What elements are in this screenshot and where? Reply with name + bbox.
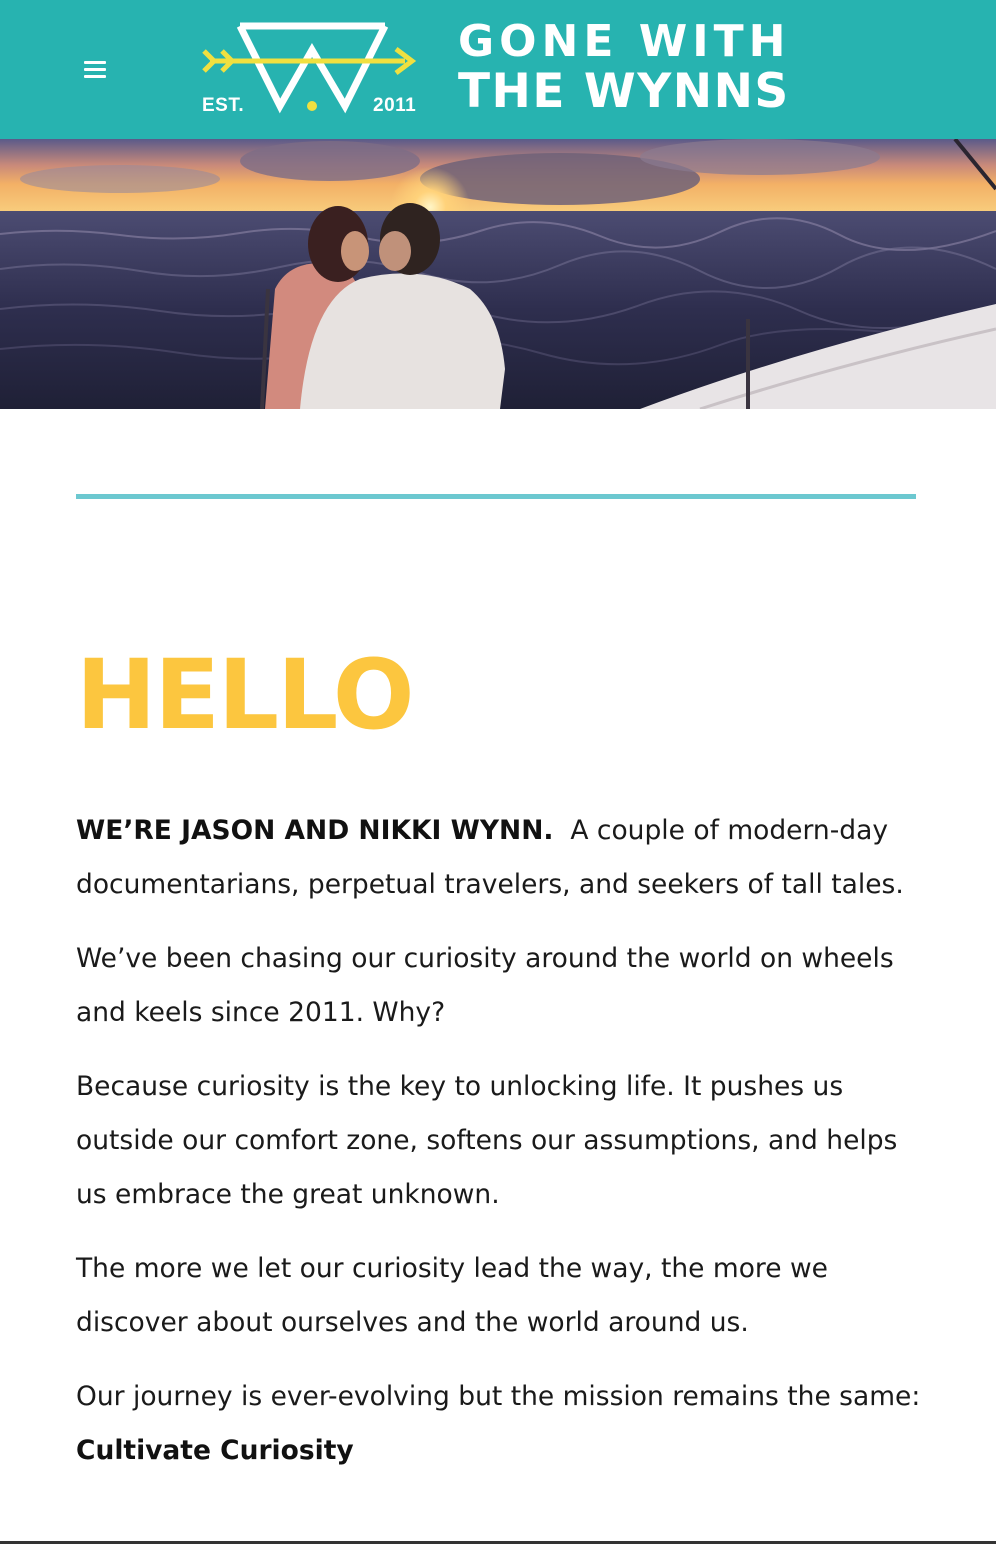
intro-paragraph: WE’RE JASON AND NIKKI WYNN. A couple of …	[76, 804, 926, 912]
paragraph-5: Our journey is ever-evolving but the mis…	[76, 1370, 926, 1478]
intro-bold-text: WE’RE JASON AND NIKKI WYNN.	[76, 815, 554, 846]
paragraph-5-text: Our journey is ever-evolving but the mis…	[76, 1381, 921, 1412]
hamburger-menu-icon[interactable]	[80, 58, 112, 82]
section-divider	[76, 494, 916, 499]
hero-image	[0, 139, 996, 409]
intro-content: WE’RE JASON AND NIKKI WYNN. A couple of …	[76, 804, 926, 1498]
logo-wordmark[interactable]: GONE WITH THE WYNNS	[458, 18, 803, 118]
paragraph-2: We’ve been chasing our curiosity around …	[76, 943, 894, 1028]
paragraph-5-bold: Cultivate Curiosity	[76, 1435, 354, 1466]
paragraph-4: The more we let our curiosity lead the w…	[76, 1253, 828, 1338]
page-heading: HELLO	[76, 639, 414, 751]
sunset-sailing-photo	[0, 139, 996, 409]
paragraph-3: Because curiosity is the key to unlockin…	[76, 1071, 898, 1210]
site-header: EST. 2011 GONE WITH THE WYNNS	[0, 0, 996, 139]
logo-est-label: EST.	[202, 95, 245, 116]
logo-line-2: THE WYNNS	[458, 64, 790, 119]
logo-year-label: 2011	[373, 95, 417, 116]
logo-line-1: GONE WITH	[458, 16, 791, 67]
